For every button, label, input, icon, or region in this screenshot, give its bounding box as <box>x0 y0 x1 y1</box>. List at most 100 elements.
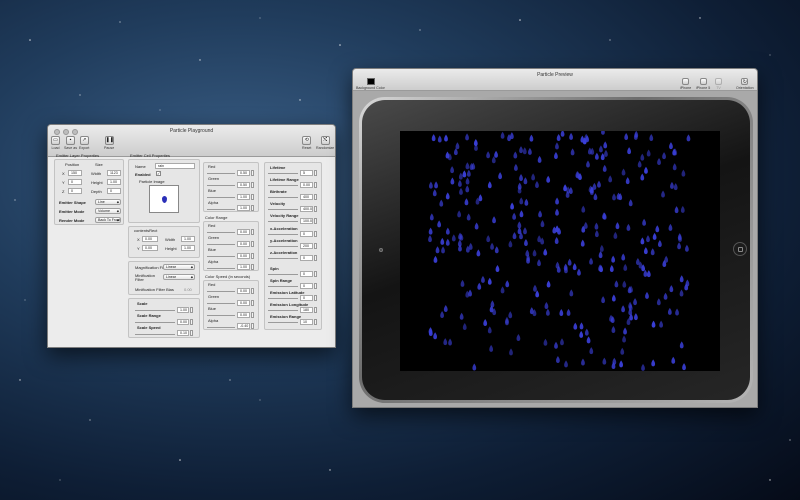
range-red-slider[interactable] <box>207 232 235 233</box>
position-x-field[interactable]: 150 <box>68 170 82 176</box>
size-height-field[interactable]: 1.00 <box>107 179 121 185</box>
range-alpha-stepper[interactable] <box>251 264 254 270</box>
size-depth-field[interactable]: 0 <box>107 188 121 194</box>
velocity-field[interactable]: 400.0 <box>300 206 313 212</box>
green-field[interactable]: 0.50 <box>237 182 250 188</box>
scale-speed-field[interactable]: 0.10 <box>177 330 189 336</box>
emission-range-slider[interactable] <box>268 322 298 323</box>
y-acceleration-stepper[interactable] <box>314 243 317 249</box>
range-blue-slider[interactable] <box>207 256 235 257</box>
range-green-slider[interactable] <box>207 244 235 245</box>
position-y-field[interactable]: 0 <box>68 179 82 185</box>
minification-popup[interactable]: Linear <box>163 274 195 280</box>
velocity-range-field[interactable]: 100.0 <box>300 218 313 224</box>
speed-green-field[interactable]: 0.00 <box>237 300 250 306</box>
iphone-button[interactable]: iPhone <box>680 78 691 90</box>
emission-latitude-stepper[interactable] <box>314 295 317 301</box>
lifetime-field[interactable]: 5 <box>300 170 313 176</box>
velocity-stepper[interactable] <box>314 206 317 212</box>
emission-longitude-slider[interactable] <box>268 310 298 311</box>
green-slider[interactable] <box>207 185 235 186</box>
z-acceleration-field[interactable]: 0 <box>300 255 313 261</box>
red-field[interactable]: 0.50 <box>237 170 250 176</box>
randomize-button[interactable]: ⤭ Randomize <box>316 136 334 150</box>
speed-blue-field[interactable]: 0.00 <box>237 312 250 318</box>
lifetime-range-stepper[interactable] <box>314 182 317 188</box>
speed-red-field[interactable]: 0.00 <box>237 288 250 294</box>
load-button[interactable]: ▭ Load <box>51 136 60 150</box>
lifetime-slider[interactable] <box>268 173 298 174</box>
magnification-popup[interactable]: Linear <box>163 264 195 270</box>
scale-speed-slider[interactable] <box>135 334 175 335</box>
iphone5-button[interactable]: iPhone 5 <box>696 78 710 90</box>
orientation-button[interactable]: ↻ Orientation <box>736 78 754 90</box>
emitter-mode-popup[interactable]: Volume <box>95 208 121 214</box>
y-acceleration-field[interactable]: 200 <box>300 243 313 249</box>
scale-stepper[interactable] <box>190 307 193 313</box>
export-button[interactable]: ↗ Export <box>79 136 89 150</box>
speed-green-slider[interactable] <box>207 303 235 304</box>
speed-alpha-stepper[interactable] <box>251 323 254 329</box>
velocity-range-stepper[interactable] <box>314 218 317 224</box>
emission-longitude-field[interactable]: 180 <box>300 307 313 313</box>
birthrate-stepper[interactable] <box>314 194 317 200</box>
range-alpha-slider[interactable] <box>207 268 235 269</box>
birthrate-slider[interactable] <box>268 197 298 198</box>
x-acceleration-slider[interactable] <box>268 234 298 235</box>
blue-stepper[interactable] <box>251 194 254 200</box>
pause-button[interactable]: ❚❚ Pause <box>104 136 114 150</box>
render-mode-popup[interactable]: Back To Front <box>95 217 121 223</box>
spin-field[interactable]: 0 <box>300 271 313 277</box>
scale-range-field[interactable]: 0.00 <box>177 319 189 325</box>
green-stepper[interactable] <box>251 182 254 188</box>
range-blue-stepper[interactable] <box>251 253 254 259</box>
emission-range-field[interactable]: 10 <box>300 319 313 325</box>
emission-range-stepper[interactable] <box>314 319 317 325</box>
range-green-stepper[interactable] <box>251 241 254 247</box>
spin-range-field[interactable]: 0 <box>300 283 313 289</box>
birthrate-field[interactable]: 400 <box>300 194 313 200</box>
red-stepper[interactable] <box>251 170 254 176</box>
range-alpha-field[interactable]: 1.00 <box>237 264 250 270</box>
speed-blue-slider[interactable] <box>207 315 235 316</box>
size-width-field[interactable]: 1123 <box>107 170 121 176</box>
speed-alpha-slider[interactable] <box>207 327 235 328</box>
z-acceleration-slider[interactable] <box>268 258 298 259</box>
spin-stepper[interactable] <box>314 271 317 277</box>
rect-x-field[interactable]: 0.00 <box>142 236 158 242</box>
speed-blue-stepper[interactable] <box>251 312 254 318</box>
spin-range-stepper[interactable] <box>314 283 317 289</box>
lifetime-range-slider[interactable] <box>268 185 298 186</box>
rect-y-field[interactable]: 0.00 <box>142 245 158 251</box>
scale-speed-stepper[interactable] <box>190 330 193 336</box>
alpha-field[interactable]: 1.00 <box>237 205 250 211</box>
scale-field[interactable]: 1.00 <box>177 307 189 313</box>
speed-green-stepper[interactable] <box>251 300 254 306</box>
range-red-stepper[interactable] <box>251 229 254 235</box>
background-color-well[interactable] <box>367 78 375 85</box>
speed-red-stepper[interactable] <box>251 288 254 294</box>
speed-red-slider[interactable] <box>207 291 235 292</box>
emission-latitude-slider[interactable] <box>268 298 298 299</box>
emission-longitude-stepper[interactable] <box>314 307 317 313</box>
scale-range-stepper[interactable] <box>190 319 193 325</box>
range-blue-field[interactable]: 0.00 <box>237 253 250 259</box>
position-z-field[interactable]: 0 <box>68 188 82 194</box>
range-green-field[interactable]: 0.00 <box>237 241 250 247</box>
cell-name-field[interactable]: rain <box>155 163 195 169</box>
particle-preview-canvas[interactable] <box>400 131 720 371</box>
save-as-button[interactable]: ▪ Save as <box>64 136 77 150</box>
rect-height-field[interactable]: 1.00 <box>181 245 195 251</box>
blue-field[interactable]: 1.00 <box>237 194 250 200</box>
range-red-field[interactable]: 0.00 <box>237 229 250 235</box>
tv-button[interactable]: TV <box>715 78 722 90</box>
enabled-checkbox[interactable]: ✓ <box>156 171 161 176</box>
blue-slider[interactable] <box>207 197 235 198</box>
scale-slider[interactable] <box>135 310 175 311</box>
red-slider[interactable] <box>207 173 235 174</box>
lifetime-stepper[interactable] <box>314 170 317 176</box>
x-acceleration-stepper[interactable] <box>314 231 317 237</box>
velocity-slider[interactable] <box>268 209 298 210</box>
spin-slider[interactable] <box>268 274 298 275</box>
particle-image-well[interactable] <box>149 185 179 213</box>
